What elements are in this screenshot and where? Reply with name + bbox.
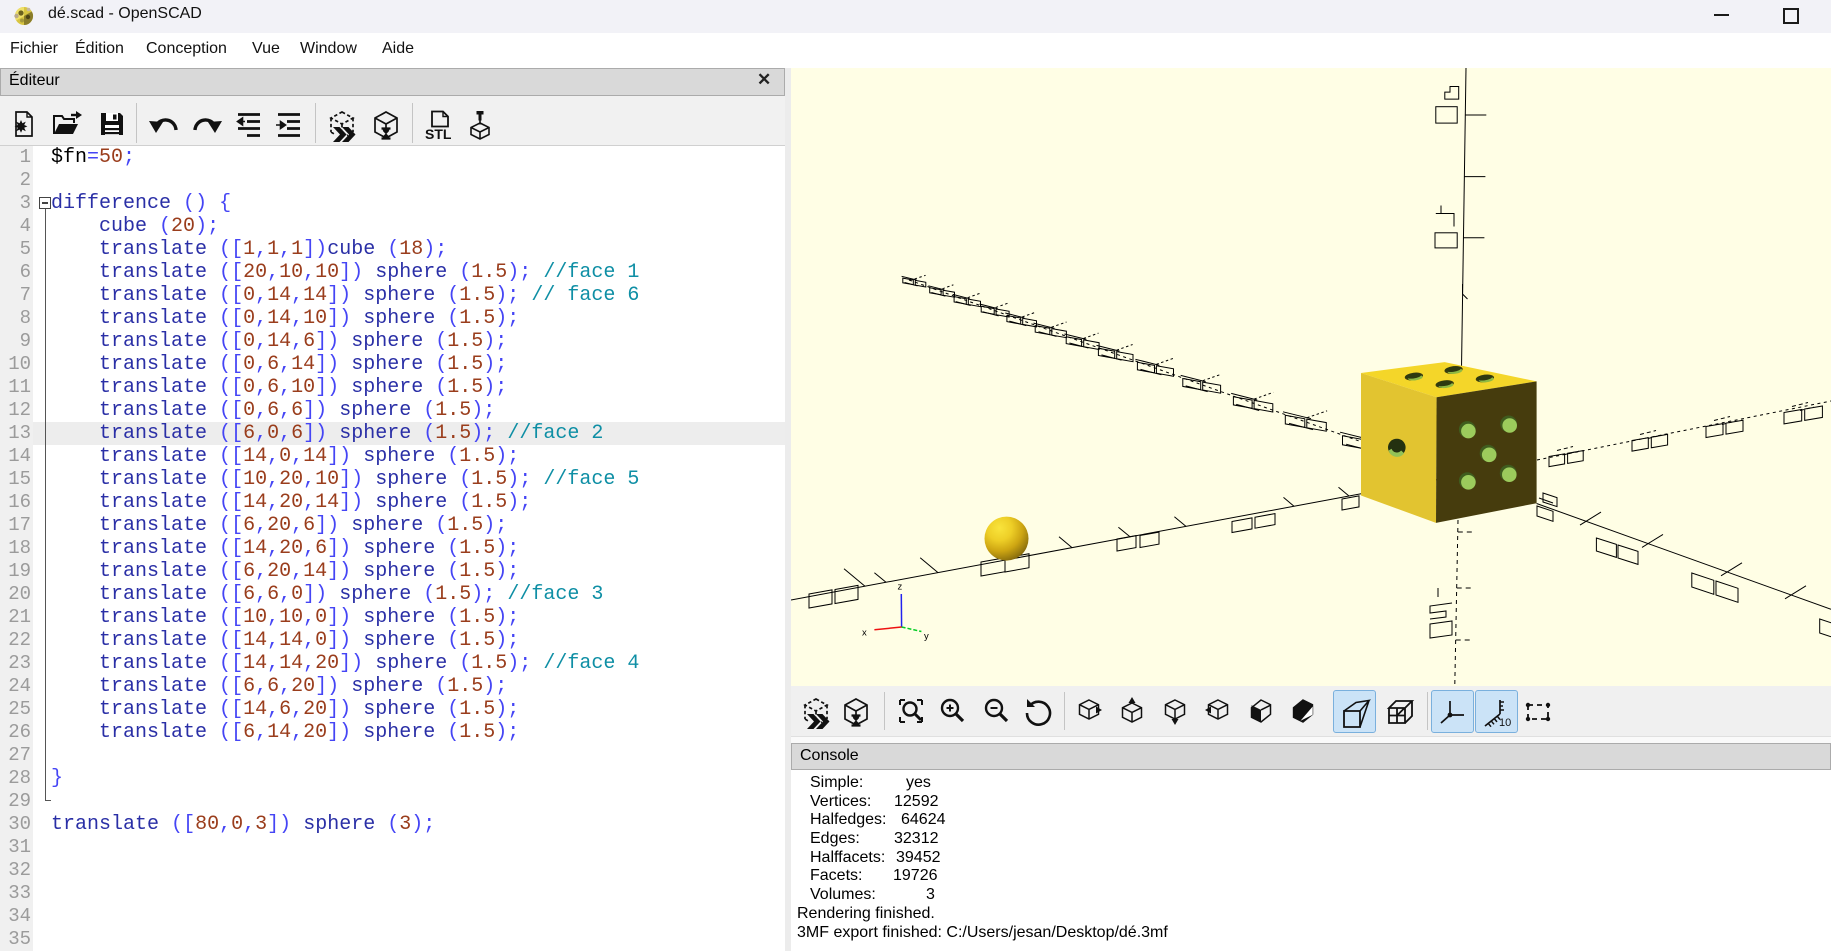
- svg-text:x: x: [862, 628, 867, 639]
- svg-text:z: z: [898, 582, 903, 593]
- svg-text:STL: STL: [425, 126, 452, 140]
- svg-text:y: y: [924, 631, 929, 642]
- svg-text:10: 10: [1499, 717, 1511, 729]
